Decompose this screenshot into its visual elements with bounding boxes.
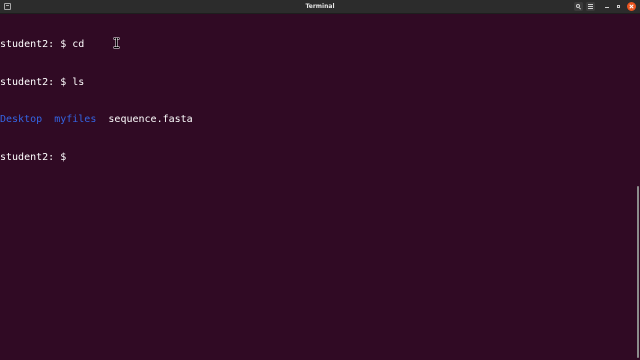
title-bar[interactable]: Terminal — [0, 0, 640, 14]
command: ls — [72, 76, 85, 88]
minimize-icon[interactable] — [602, 2, 611, 11]
maximize-icon[interactable] — [614, 2, 623, 11]
prompt: student2: $ — [0, 76, 73, 88]
terminal-window: Terminal student2: $ cd student2: $ ls D… — [0, 0, 640, 360]
terminal-line: student2: $ — [0, 152, 636, 165]
terminal-line: student2: $ ls — [0, 77, 636, 90]
ls-output-line: Desktop myfiles sequence.fasta — [0, 114, 636, 127]
hamburger-menu-icon[interactable] — [586, 2, 595, 11]
scrollbar[interactable] — [637, 186, 639, 358]
command: cd — [72, 39, 85, 50]
file-entry: sequence.fasta — [108, 114, 193, 125]
close-icon[interactable] — [627, 2, 636, 11]
text-cursor-icon — [113, 38, 120, 48]
directory-entry: Desktop — [0, 114, 43, 125]
current-prompt: student2: $ — [0, 151, 73, 163]
directory-entry: myfiles — [54, 114, 97, 125]
terminal-line: student2: $ cd — [0, 39, 636, 52]
prompt: student2: $ — [0, 39, 73, 50]
terminal-output[interactable]: student2: $ cd student2: $ ls Desktop my… — [0, 14, 636, 360]
search-icon[interactable] — [574, 2, 583, 11]
window-title: Terminal — [305, 3, 335, 10]
